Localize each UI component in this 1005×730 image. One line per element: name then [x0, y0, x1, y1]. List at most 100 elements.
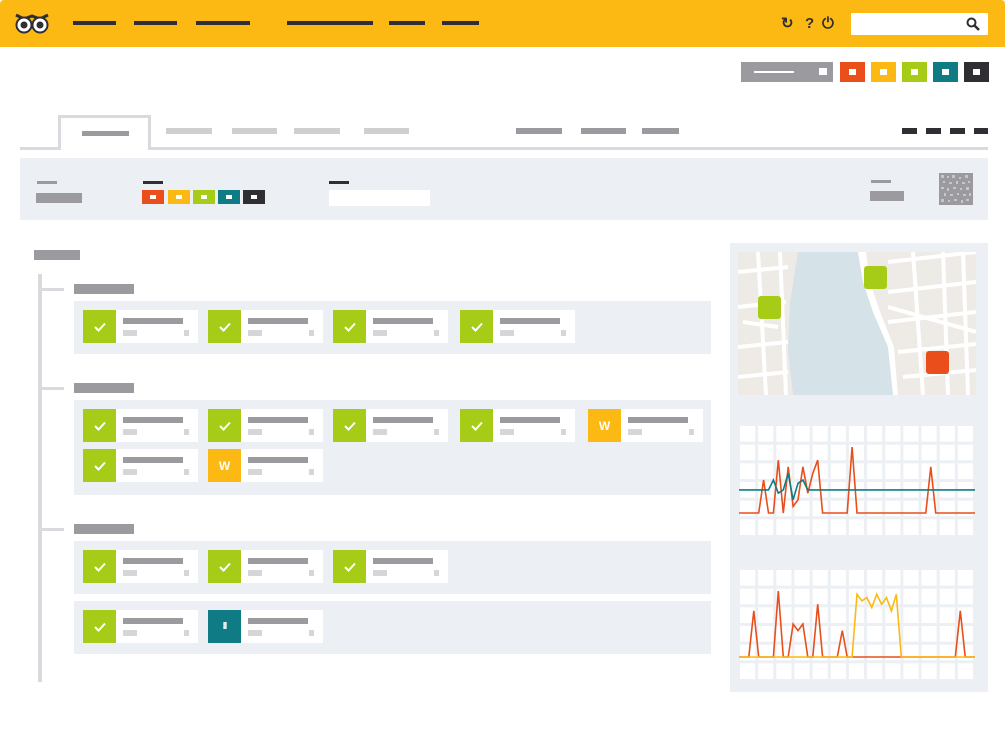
- grid-cell: [794, 500, 810, 517]
- tab-3[interactable]: [232, 128, 277, 134]
- search-icon[interactable]: [966, 17, 980, 31]
- tab-active[interactable]: [58, 115, 151, 150]
- check-card[interactable]: [333, 409, 448, 442]
- filter-warning-swatch[interactable]: [871, 62, 896, 82]
- check-card-warning[interactable]: W: [588, 409, 703, 442]
- check-card-warning[interactable]: W: [208, 449, 323, 482]
- grid-cell: [957, 588, 973, 605]
- help-icon[interactable]: ?: [805, 15, 814, 33]
- grid-cell: [758, 463, 774, 479]
- grid-cell: [867, 444, 883, 461]
- check-icon: [333, 409, 366, 442]
- filter-ok-swatch[interactable]: [902, 62, 927, 82]
- nav-item-6[interactable]: [442, 21, 479, 25]
- check-card[interactable]: [333, 310, 448, 343]
- nav-item-1[interactable]: [73, 21, 116, 25]
- tab-options-menu[interactable]: [902, 128, 988, 134]
- grid-cell: [957, 663, 973, 679]
- qr-code-icon[interactable]: [939, 173, 973, 205]
- grid-cell: [867, 500, 883, 517]
- nav-item-3[interactable]: [196, 21, 250, 25]
- grid-cell: [740, 444, 756, 461]
- search-input[interactable]: [851, 13, 988, 35]
- grid-cell: [758, 444, 774, 461]
- filter-paused-swatch[interactable]: [933, 62, 958, 82]
- check-card[interactable]: [83, 310, 198, 343]
- tabs-baseline: [20, 147, 59, 150]
- grid-cell: [812, 644, 828, 661]
- check-icon: [208, 409, 241, 442]
- filter-panel: [20, 158, 988, 220]
- grid-cell: [939, 463, 955, 479]
- filter-unknown-swatch[interactable]: [964, 62, 989, 82]
- grid-cell: [812, 426, 828, 442]
- grid-cell: [885, 626, 901, 642]
- filter-dropdown-right[interactable]: [870, 191, 904, 201]
- check-icon: [83, 449, 116, 482]
- status-ok-chip[interactable]: [193, 190, 215, 204]
- tab-2[interactable]: [166, 128, 212, 134]
- group-title[interactable]: [74, 524, 134, 534]
- grid-cell: [812, 519, 828, 535]
- status-paused-chip[interactable]: [218, 190, 240, 204]
- grid-cell: [867, 644, 883, 661]
- grid-cell: [903, 626, 919, 642]
- grid-cell: [903, 500, 919, 517]
- filter-dropdown-1[interactable]: [36, 193, 82, 203]
- map-marker-ok[interactable]: [864, 266, 887, 289]
- check-card[interactable]: [83, 449, 198, 482]
- filter-error-swatch[interactable]: [840, 62, 865, 82]
- grid-cell: [740, 570, 756, 586]
- nav-item-5[interactable]: [389, 21, 425, 25]
- status-error-chip[interactable]: [142, 190, 164, 204]
- check-card[interactable]: [83, 610, 198, 643]
- check-card[interactable]: [208, 310, 323, 343]
- grid-cell: [867, 663, 883, 679]
- grid-cell: [758, 426, 774, 442]
- tab-8[interactable]: [642, 128, 679, 134]
- grid-cell: [957, 463, 973, 479]
- map-marker-error[interactable]: [926, 351, 949, 374]
- tab-7[interactable]: [581, 128, 626, 134]
- check-card[interactable]: [460, 409, 575, 442]
- chart-2: [739, 569, 975, 681]
- grid-cell: [867, 607, 883, 623]
- group-title[interactable]: [74, 383, 134, 393]
- grid-cell: [830, 519, 846, 535]
- check-card[interactable]: [83, 409, 198, 442]
- status-warning-chip[interactable]: [168, 190, 190, 204]
- grid-cell: [812, 570, 828, 586]
- view-selector-label: [754, 71, 794, 73]
- grid-cell: [885, 519, 901, 535]
- check-card[interactable]: [460, 310, 575, 343]
- check-card[interactable]: [333, 550, 448, 583]
- tab-6[interactable]: [516, 128, 562, 134]
- grid-cell: [921, 644, 937, 661]
- check-card[interactable]: [208, 409, 323, 442]
- map-marker-ok[interactable]: [758, 296, 781, 319]
- power-icon[interactable]: ⏻: [822, 15, 834, 33]
- status-unknown-chip[interactable]: [243, 190, 265, 204]
- grid-cell: [903, 663, 919, 679]
- group-title[interactable]: [74, 284, 134, 294]
- grid-cell: [885, 663, 901, 679]
- view-selector[interactable]: [741, 62, 833, 82]
- grid-cell: [921, 519, 937, 535]
- grid-cell: [740, 644, 756, 661]
- grid-cell: [921, 570, 937, 586]
- check-card-paused[interactable]: II: [208, 610, 323, 643]
- grid-cell: [830, 570, 846, 586]
- map-widget[interactable]: [738, 252, 976, 395]
- grid-cell: [921, 444, 937, 461]
- tab-5[interactable]: [364, 128, 409, 134]
- nav-item-4[interactable]: [287, 21, 373, 25]
- nav-item-2[interactable]: [134, 21, 177, 25]
- owl-logo-icon[interactable]: [14, 11, 50, 35]
- check-card[interactable]: [83, 550, 198, 583]
- check-card[interactable]: [208, 550, 323, 583]
- refresh-icon[interactable]: ↻: [781, 15, 794, 33]
- grid-cell: [794, 588, 810, 605]
- grid-cell: [812, 588, 828, 605]
- filter-text-input[interactable]: [329, 190, 430, 206]
- tab-4[interactable]: [294, 128, 340, 134]
